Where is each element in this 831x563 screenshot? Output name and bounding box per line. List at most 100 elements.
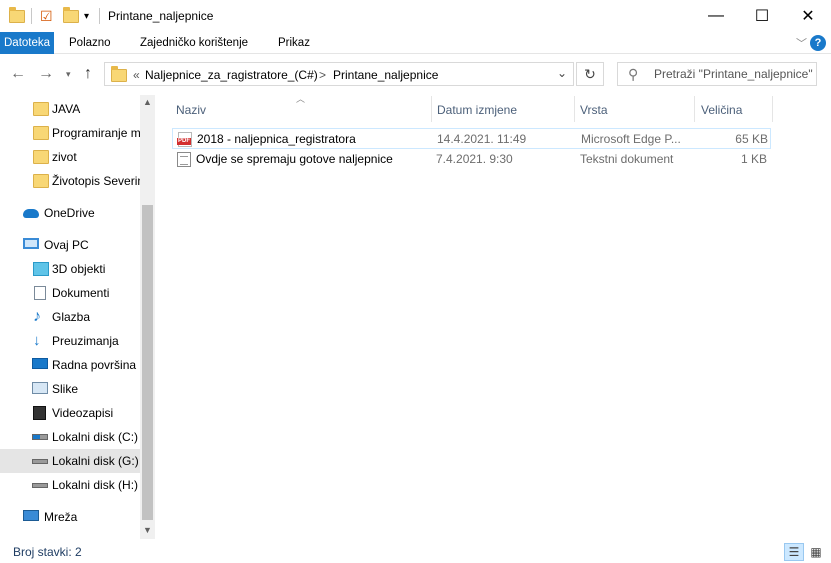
folder-icon (33, 174, 49, 188)
file-row[interactable]: PDF 2018 - naljepnica_registratora 14.4.… (172, 128, 771, 149)
search-box[interactable]: ⚲ (617, 62, 817, 86)
recent-locations-chevron-icon[interactable]: ▾ (66, 69, 71, 80)
nav-item-zivotopis[interactable]: Životopis Severin (0, 169, 140, 193)
video-icon (33, 406, 46, 420)
close-button[interactable]: ✕ (785, 0, 831, 32)
nav-item-label: Lokalni disk (C:) (52, 430, 139, 444)
refresh-button[interactable]: ↻ (576, 62, 604, 86)
properties-icon[interactable]: ☑ (40, 7, 53, 25)
up-arrow-icon[interactable]: ↑ (84, 65, 92, 83)
breadcrumb-item[interactable]: Naljepnice_za_ragistratore_(C#) (145, 68, 318, 82)
nav-item-programiranje[interactable]: Programiranje m (0, 121, 140, 145)
nav-item-lokalni-disk-c[interactable]: Lokalni disk (C:) (0, 425, 140, 449)
nav-item-label: Lokalni disk (G:) (52, 454, 139, 468)
nav-item-lokalni-disk-g[interactable]: Lokalni disk (G:) (0, 449, 140, 473)
file-row[interactable]: Ovdje se spremaju gotove naljepnice 7.4.… (172, 149, 771, 170)
file-size: 1 KB (740, 152, 767, 166)
item-count: Broj stavki: 2 (13, 545, 82, 559)
tab-datoteka[interactable]: Datoteka (0, 32, 55, 54)
file-date: 7.4.2021. 9:30 (436, 152, 513, 166)
tab-prikaz[interactable]: Prikaz (278, 32, 310, 54)
address-history-chevron-icon[interactable]: ⌄ (557, 66, 567, 80)
nav-item-label: Programiranje m (52, 126, 140, 140)
nav-item-lokalni-disk-h[interactable]: Lokalni disk (H:) (0, 473, 140, 497)
column-divider[interactable] (574, 96, 575, 122)
nav-item-label: Lokalni disk (H:) (52, 478, 139, 492)
nav-item-dokumenti[interactable]: Dokumenti (0, 281, 140, 305)
drive-icon (32, 459, 48, 464)
pdf-badge: PDF (177, 138, 191, 145)
nav-item-preuzimanja[interactable]: ↓ Preuzimanja (0, 329, 140, 353)
search-icon: ⚲ (628, 66, 639, 82)
scroll-up-icon[interactable]: ▲ (143, 97, 152, 107)
document-icon (34, 286, 46, 300)
status-bar: Broj stavki: 2 ☰ ▦ (0, 539, 831, 563)
nav-item-zivot[interactable]: zivot (0, 145, 140, 169)
cloud-icon (23, 209, 39, 218)
nav-item-videozapisi[interactable]: Videozapisi (0, 401, 140, 425)
nav-item-label: Videozapisi (52, 406, 114, 420)
column-divider[interactable] (694, 96, 695, 122)
column-header-size[interactable]: Veličina (701, 103, 742, 117)
new-folder-icon[interactable] (63, 6, 79, 25)
large-icons-view-button[interactable]: ▦ (806, 543, 826, 561)
tab-zajednicko-koristenje[interactable]: Zajedničko korištenje (140, 32, 248, 54)
nav-item-slike[interactable]: Slike (0, 377, 140, 401)
navigation-pane: JAVA Programiranje m zivot Životopis Sev… (0, 95, 155, 539)
column-header-name[interactable]: Naziv (176, 103, 206, 117)
help-icon[interactable]: ? (810, 35, 826, 51)
customize-toolbar-chevron-icon[interactable]: ▾ (84, 7, 89, 25)
nav-item-label: Slike (52, 382, 79, 396)
nav-item-onedrive[interactable]: OneDrive (0, 201, 140, 225)
details-view-button[interactable]: ☰ (784, 543, 804, 561)
file-size: 65 KB (735, 132, 768, 146)
nav-item-label: Životopis Severin (52, 174, 140, 188)
refresh-icon: ↻ (584, 66, 596, 82)
navigation-scrollbar[interactable]: ▲ ▼ (140, 95, 155, 539)
nav-item-label: Mreža (44, 510, 78, 524)
navigation-bar: ← → ▾ ↑ « Naljepnice_za_ragistratore_(C#… (0, 55, 831, 95)
nav-item-glazba[interactable]: ♪ Glazba (0, 305, 140, 329)
breadcrumb-overflow[interactable]: « (133, 68, 140, 82)
folder-icon (33, 102, 49, 116)
column-header-type[interactable]: Vrsta (580, 103, 608, 117)
nav-item-label: Glazba (52, 310, 91, 324)
breadcrumb-separator[interactable]: > (319, 68, 326, 82)
breadcrumb-item[interactable]: Printane_naljepnice (333, 68, 438, 82)
ribbon-tabs: Datoteka Polazno Zajedničko korištenje P… (0, 32, 831, 54)
column-divider[interactable] (772, 96, 773, 122)
file-name: 2018 - naljepnica_registratora (197, 132, 356, 146)
nav-item-3d-objekti[interactable]: 3D objekti (0, 257, 140, 281)
nav-item-label: zivot (52, 150, 77, 164)
address-bar[interactable]: « Naljepnice_za_ragistratore_(C#) > Prin… (104, 62, 574, 86)
nav-item-radna-povrsina[interactable]: Radna površina (0, 353, 140, 377)
search-input[interactable] (654, 65, 816, 83)
minimize-button[interactable]: — (693, 0, 739, 32)
large-icons-view-icon: ▦ (810, 545, 822, 559)
scrollbar-thumb[interactable] (142, 205, 153, 520)
desktop-icon (32, 358, 48, 369)
file-type: Microsoft Edge P... (581, 132, 681, 146)
scroll-down-icon[interactable]: ▼ (143, 525, 152, 535)
folder-icon (33, 150, 49, 164)
nav-item-mreza[interactable]: Mreža (0, 505, 140, 529)
file-date: 14.4.2021. 11:49 (437, 132, 527, 146)
nav-item-java[interactable]: JAVA (0, 97, 140, 121)
column-header-date[interactable]: Datum izmjene (437, 103, 517, 117)
tab-polazno[interactable]: Polazno (69, 32, 111, 54)
maximize-button[interactable]: ☐ (739, 0, 785, 32)
folder-icon (111, 66, 127, 82)
column-divider[interactable] (431, 96, 432, 122)
nav-item-label: Dokumenti (52, 286, 110, 300)
back-arrow-icon[interactable]: ← (10, 65, 26, 83)
nav-item-ovaj-pc[interactable]: Ovaj PC (0, 233, 140, 257)
expand-ribbon-chevron-icon[interactable]: ﹀ (796, 35, 807, 51)
file-type: Tekstni dokument (580, 152, 674, 166)
drive-icon (32, 483, 48, 488)
forward-arrow-icon[interactable]: → (38, 65, 54, 83)
divider (99, 8, 100, 24)
music-icon: ♪ (33, 308, 41, 325)
network-icon (23, 510, 39, 521)
computer-icon (23, 238, 39, 249)
pdf-icon: PDF (177, 132, 192, 147)
